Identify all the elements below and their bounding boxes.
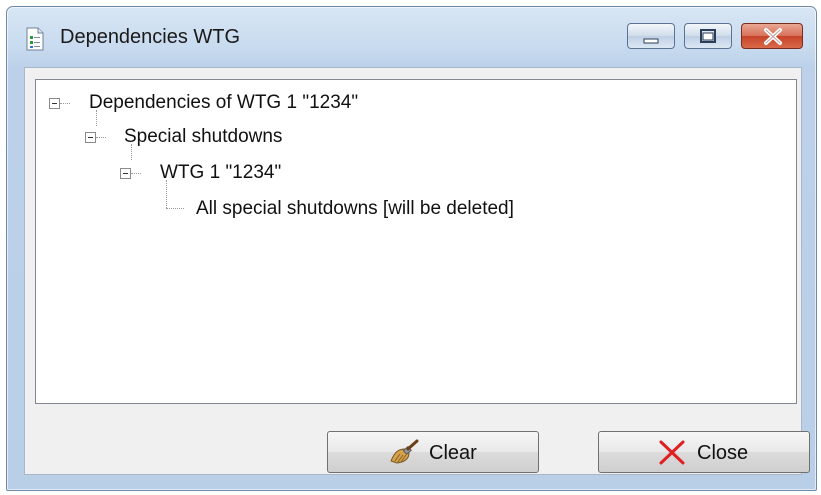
clear-button[interactable]: Clear	[327, 431, 539, 473]
tree-connector	[96, 137, 106, 138]
collapse-toggle[interactable]	[120, 168, 131, 179]
tree-connector	[166, 180, 167, 208]
maximize-icon	[700, 29, 716, 43]
clear-button-label: Clear	[429, 442, 477, 464]
minimize-icon	[643, 38, 659, 44]
document-check-icon	[25, 27, 45, 51]
tree-connector	[131, 173, 141, 174]
tree-connector	[60, 103, 70, 104]
close-icon	[764, 28, 782, 45]
title-bar[interactable]: Dependencies WTG	[7, 7, 816, 65]
red-x-icon	[659, 440, 685, 465]
window-title: Dependencies WTG	[60, 26, 241, 48]
close-button-label: Close	[697, 442, 749, 464]
tree-node-all-special-shutdowns[interactable]: All special shutdowns [will be deleted]	[196, 198, 514, 220]
tree-node-special-shutdowns[interactable]: Special shutdowns	[124, 126, 282, 148]
collapse-toggle[interactable]	[49, 98, 60, 109]
broom-icon	[390, 439, 419, 464]
close-button[interactable]: Close	[598, 431, 810, 473]
dependency-tree[interactable]: Dependencies of WTG 1 "1234" Special shu…	[35, 79, 797, 404]
tree-node-root[interactable]: Dependencies of WTG 1 "1234"	[89, 92, 358, 114]
dependencies-dialog: Dependencies WTG Dependencies of WTG 1 "…	[6, 6, 817, 491]
tree-connector	[166, 208, 184, 209]
minimize-button[interactable]	[627, 23, 675, 49]
collapse-toggle[interactable]	[85, 132, 96, 143]
maximize-button[interactable]	[684, 23, 732, 49]
tree-node-wtg[interactable]: WTG 1 "1234"	[160, 162, 281, 184]
dialog-content: Dependencies of WTG 1 "1234" Special shu…	[24, 67, 810, 475]
close-window-button[interactable]	[741, 23, 803, 49]
